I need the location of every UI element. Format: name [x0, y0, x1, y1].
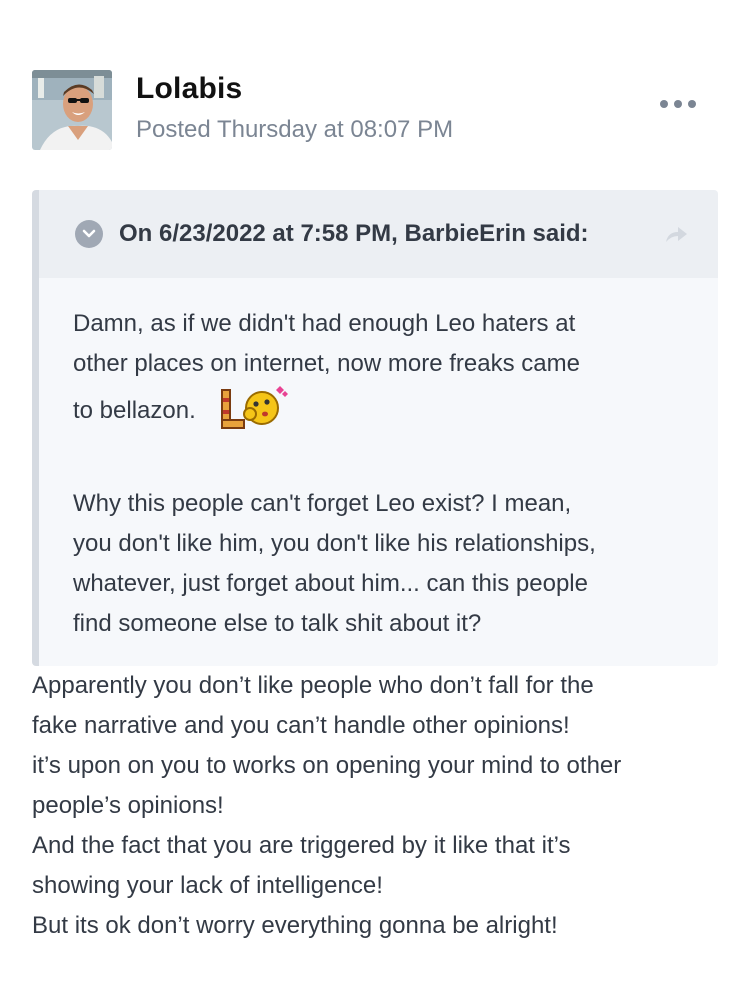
post-line: And the fact that you are triggered by i… [32, 832, 571, 859]
quote-line: to bellazon. [73, 397, 196, 424]
quote-line: Why this people can't forget Leo exist? … [73, 490, 572, 517]
quote-line: whatever, just forget about him... can t… [73, 570, 588, 597]
post-line: showing your lack of intelligence! [32, 872, 383, 899]
quote-citation[interactable]: On 6/23/2022 at 7:58 PM, BarbieErin said… [119, 220, 589, 248]
quote-header: On 6/23/2022 at 7:58 PM, BarbieErin said… [39, 190, 718, 278]
quote-line: find someone else to talk shit about it? [73, 610, 482, 637]
dot [688, 100, 696, 108]
post-date: Posted Thursday at 08:07 PM [136, 116, 454, 143]
chevron-down-icon[interactable] [75, 220, 103, 248]
post-line: But its ok don’t worry everything gonna … [32, 912, 558, 939]
quote-line: other places on internet, now more freak… [73, 350, 580, 377]
quote-line-with-emoji: to bellazon. [73, 384, 682, 438]
post-line: Apparently you don’t like people who don… [32, 672, 594, 699]
avatar[interactable] [32, 70, 112, 150]
post-line: fake narrative and you can’t handle othe… [32, 712, 570, 739]
quote-block: On 6/23/2022 at 7:58 PM, BarbieErin said… [32, 190, 718, 666]
dot [674, 100, 682, 108]
quote-line: Damn, as if we didn't had enough Leo hat… [73, 310, 576, 337]
author-name[interactable]: Lolabis [136, 72, 242, 106]
quote-body: Damn, as if we didn't had enough Leo hat… [39, 278, 718, 644]
post-line: it’s upon on you to works on opening you… [32, 752, 622, 779]
kissing-emoji-icon [220, 380, 290, 434]
share-arrow-icon[interactable] [662, 220, 690, 248]
ellipsis-icon[interactable] [660, 94, 696, 114]
post-content: Apparently you don’t like people who don… [32, 666, 732, 946]
post-line: people’s opinions! [32, 792, 224, 819]
post-header: Lolabis Posted Thursday at 08:07 PM [32, 70, 718, 150]
quote-line: you don't like him, you don't like his r… [73, 530, 596, 557]
dot [660, 100, 668, 108]
